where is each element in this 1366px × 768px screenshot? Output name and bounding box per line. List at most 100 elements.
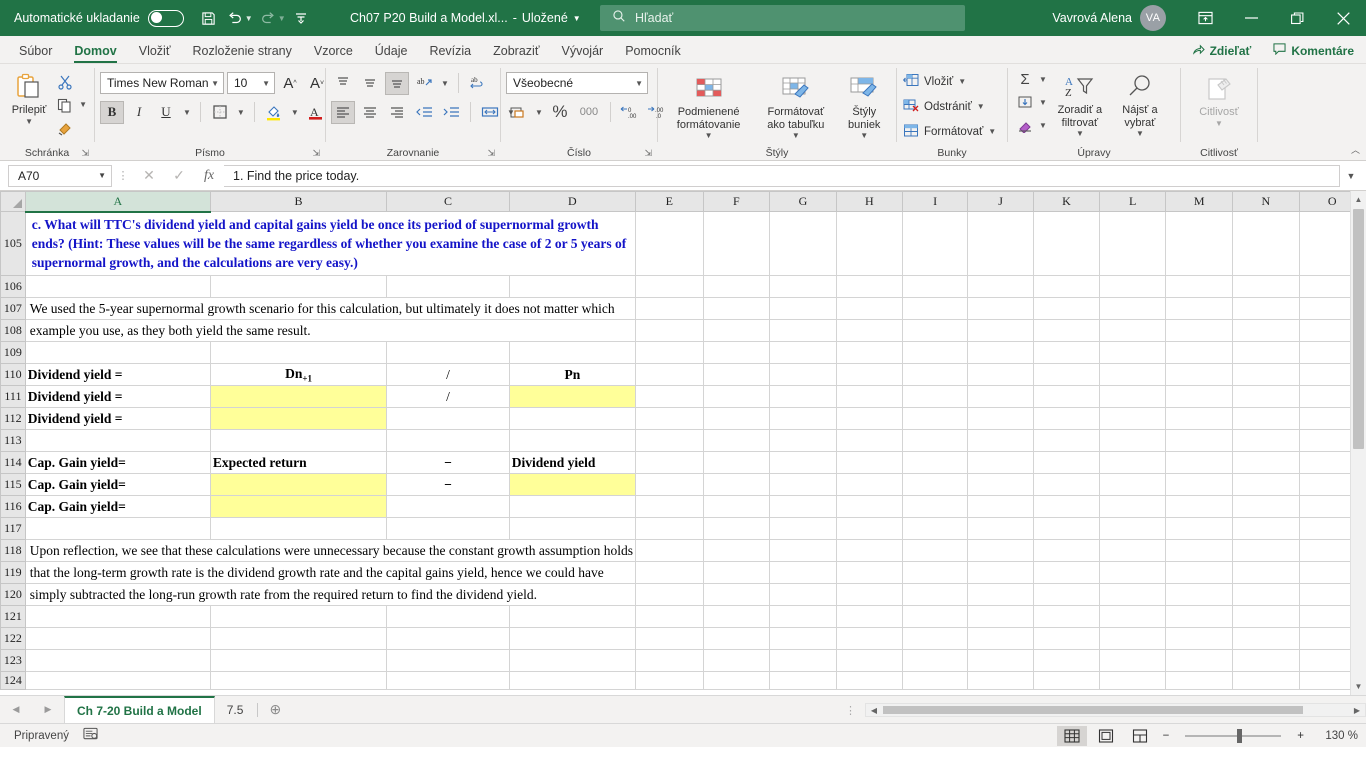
row-header-116[interactable]: 116 (0, 495, 26, 518)
cell-L116[interactable] (1099, 495, 1167, 518)
cell-I120[interactable] (902, 583, 969, 606)
cell-K112[interactable] (1033, 407, 1101, 430)
sort-dropdown-caret[interactable]: ▼ (1076, 129, 1084, 138)
cell-A112[interactable]: Dividend yield = (25, 407, 211, 430)
cell-I115[interactable] (902, 473, 969, 496)
zoom-out-button[interactable]: − (1159, 730, 1174, 742)
cell-N117[interactable] (1232, 517, 1300, 540)
cell-B109[interactable] (210, 341, 388, 364)
horizontal-scrollbar[interactable]: ◀ ▶ (865, 703, 1366, 717)
column-header-j[interactable]: J (967, 191, 1034, 212)
cell-M113[interactable] (1165, 429, 1234, 452)
cell-A122[interactable] (25, 627, 211, 650)
cell-A106[interactable] (25, 275, 211, 298)
table-dropdown-caret[interactable]: ▼ (792, 131, 800, 140)
title-dropdown-caret[interactable]: ▼ (573, 14, 581, 23)
cell-E110[interactable] (635, 363, 704, 386)
cell-J117[interactable] (967, 517, 1034, 540)
cell-F120[interactable] (703, 583, 771, 606)
autosave-control[interactable]: Automatické ukladanie (14, 9, 184, 27)
cell-E124[interactable] (635, 671, 704, 690)
cell-K117[interactable] (1033, 517, 1101, 540)
align-center-icon[interactable] (358, 101, 382, 124)
cell-G114[interactable] (769, 451, 837, 474)
cell-B111[interactable] (210, 385, 388, 408)
cell-L114[interactable] (1099, 451, 1167, 474)
font-color-icon[interactable]: A (304, 101, 328, 124)
cell-N116[interactable] (1232, 495, 1300, 518)
cell-C114[interactable]: − (386, 451, 510, 474)
cell-E122[interactable] (635, 627, 704, 650)
row-header-123[interactable]: 123 (0, 649, 26, 672)
format-dropdown-caret[interactable]: ▼ (988, 127, 996, 136)
cell-M106[interactable] (1165, 275, 1234, 298)
accounting-dropdown-caret[interactable]: ▼ (533, 108, 545, 117)
search-box[interactable]: Hľadať (600, 5, 965, 31)
align-middle-icon[interactable] (358, 72, 382, 95)
cell-D111[interactable] (509, 385, 636, 408)
dialog-launcher-icon[interactable]: ⇲ (487, 148, 495, 159)
cell-I116[interactable] (902, 495, 969, 518)
cell-A124[interactable] (25, 671, 211, 690)
row-header-121[interactable]: 121 (0, 605, 26, 628)
cell-J122[interactable] (967, 627, 1034, 650)
cell-J110[interactable] (967, 363, 1034, 386)
cell-M123[interactable] (1165, 649, 1234, 672)
cell-I109[interactable] (902, 341, 969, 364)
column-header-g[interactable]: G (769, 191, 837, 212)
cell-M119[interactable] (1165, 561, 1234, 584)
sheet-tab-7-5[interactable]: 7.5 (215, 696, 256, 724)
accessibility-checker-icon[interactable] (83, 727, 98, 744)
close-icon[interactable] (1320, 0, 1366, 36)
cell-C122[interactable] (386, 627, 510, 650)
clear-dropdown-caret[interactable]: ▼ (1037, 121, 1049, 130)
zoom-slider[interactable] (1185, 728, 1282, 743)
cell-E120[interactable] (635, 583, 704, 606)
cell-H115[interactable] (836, 473, 904, 496)
cell-B123[interactable] (210, 649, 388, 672)
cell-I123[interactable] (902, 649, 969, 672)
cell-N119[interactable] (1232, 561, 1300, 584)
borders-dropdown-caret[interactable]: ▼ (235, 108, 247, 117)
cell-C111[interactable]: / (386, 385, 510, 408)
cell-L105[interactable] (1099, 211, 1167, 276)
cell-styles-dropdown-caret[interactable]: ▼ (860, 131, 868, 140)
text-orientation-icon[interactable]: ab (412, 72, 436, 95)
cell-G109[interactable] (769, 341, 837, 364)
cell-B124[interactable] (210, 671, 388, 690)
cell-N121[interactable] (1232, 605, 1300, 628)
account-area[interactable]: Vavrová Alena VA (1052, 5, 1166, 31)
row-header-106[interactable]: 106 (0, 275, 26, 298)
cell-C106[interactable] (386, 275, 510, 298)
cell-A114[interactable]: Cap. Gain yield= (25, 451, 211, 474)
cell-D116[interactable] (509, 495, 636, 518)
column-header-f[interactable]: F (702, 191, 771, 212)
cell-L110[interactable] (1099, 363, 1167, 386)
cell-F107[interactable] (703, 297, 771, 320)
column-header-h[interactable]: H (835, 191, 904, 212)
row-header-124[interactable]: 124 (0, 671, 26, 690)
horizontal-scroll-thumb[interactable] (883, 706, 1303, 714)
cell-I112[interactable] (902, 407, 969, 430)
cell-K114[interactable] (1033, 451, 1101, 474)
row-header-105[interactable]: 105 (0, 211, 26, 276)
row-header-113[interactable]: 113 (0, 429, 26, 452)
cell-J109[interactable] (967, 341, 1034, 364)
cell-J119[interactable] (967, 561, 1034, 584)
autosum-dropdown-caret[interactable]: ▼ (1037, 75, 1049, 84)
cell-B110[interactable]: Dn+1 (210, 363, 388, 386)
restore-icon[interactable] (1274, 0, 1320, 36)
cell-F122[interactable] (703, 627, 771, 650)
cell-M112[interactable] (1165, 407, 1234, 430)
cell-L121[interactable] (1099, 605, 1167, 628)
cell-C110[interactable]: / (386, 363, 510, 386)
cell-I114[interactable] (902, 451, 969, 474)
tab-vzorce[interactable]: Vzorce (303, 42, 364, 63)
cell-G113[interactable] (769, 429, 837, 452)
cell-B121[interactable] (210, 605, 388, 628)
cell-E119[interactable] (635, 561, 704, 584)
cell-A113[interactable] (25, 429, 211, 452)
accounting-format-icon[interactable] (506, 101, 530, 124)
cell-H123[interactable] (836, 649, 904, 672)
vertical-scroll-thumb[interactable] (1353, 209, 1364, 449)
